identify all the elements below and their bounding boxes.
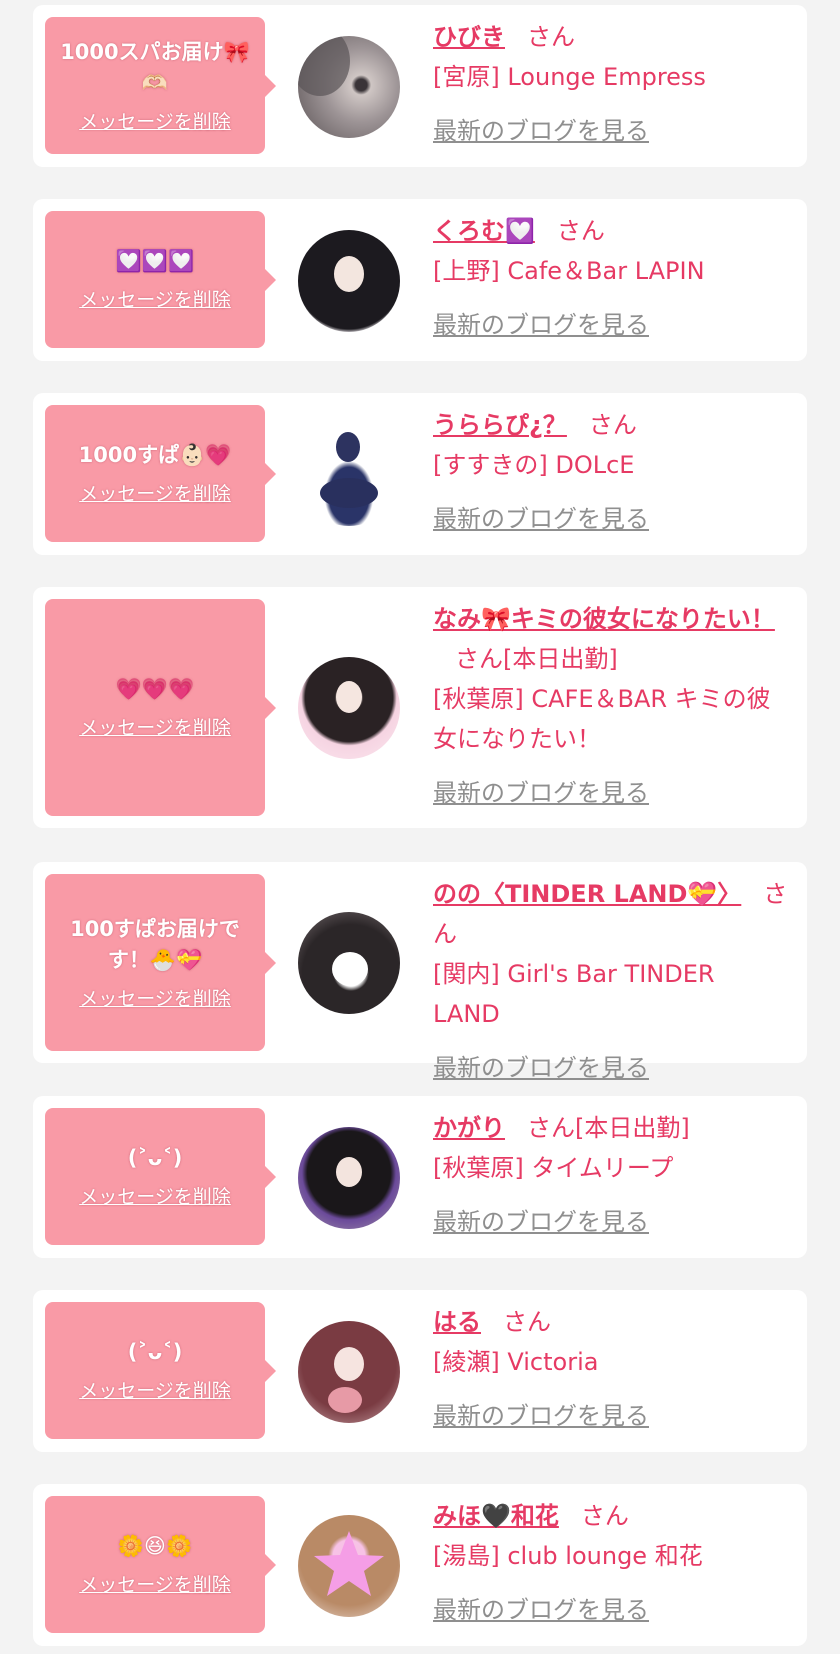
cast-name-link[interactable]: のの〈TINDER LAND💝〉 <box>433 880 741 908</box>
avatar[interactable] <box>298 657 400 759</box>
message-text: (⁠˃⁠ᴗ⁠˂⁠) <box>127 1146 183 1170</box>
honorific: さん <box>527 23 575 51</box>
avatar[interactable] <box>298 1515 400 1617</box>
cast-info: のの〈TINDER LAND💝〉 さん [関内] Girl's Bar TINDE… <box>433 874 788 1088</box>
list-item: 100すぱお届けです！🐣💝 メッセージを削除 のの〈TINDER LAND💝〉さ… <box>33 862 807 1082</box>
cast-info: かがり さん[本日出勤] [秋葉原] タイムリープ 最新のブログを見る <box>433 1108 788 1242</box>
shop-name: [上野] Cafe＆Bar LAPIN <box>433 257 705 285</box>
message-text: (⁠˃⁠ᴗ⁠˂⁠) <box>127 1340 183 1364</box>
message-text: 💗💗💗 <box>115 677 195 701</box>
latest-blog-link[interactable]: 最新のブログを見る <box>433 111 788 151</box>
cast-info: くろむ💟 さん [上野] Cafe＆Bar LAPIN 最新のブログを見る <box>433 211 788 345</box>
cast-name-link[interactable]: かがり <box>433 1114 505 1142</box>
latest-blog-link[interactable]: 最新のブログを見る <box>433 773 788 813</box>
delete-message-link[interactable]: メッセージを削除 <box>79 1572 231 1598</box>
shop-name: [関内] Girl's Bar TINDER LAND <box>433 960 715 1028</box>
message-text: 🌼😆🌼 <box>117 1534 193 1558</box>
cast-name-link[interactable]: うららぴ¿？ <box>433 411 567 439</box>
message-text: 100すぱお届けです！🐣💝 <box>70 916 240 972</box>
message-bubble: 🌼😆🌼 メッセージを削除 <box>45 1496 276 1633</box>
latest-blog-link[interactable]: 最新のブログを見る <box>433 499 788 539</box>
message-bubble: 💗💗💗 メッセージを削除 <box>45 599 276 816</box>
latest-blog-link[interactable]: 最新のブログを見る <box>433 1590 788 1630</box>
delete-message-link[interactable]: メッセージを削除 <box>79 287 231 313</box>
message-bubble: 💟💟💟 メッセージを削除 <box>45 211 276 348</box>
hair-shape <box>298 36 350 96</box>
delete-message-link[interactable]: メッセージを削除 <box>79 109 231 135</box>
honorific: さん <box>580 1502 629 1530</box>
honorific: さん[本日出勤] <box>455 645 618 673</box>
shop-name: [秋葉原] CAFE＆BAR キミの彼女になりたい！ <box>433 685 771 753</box>
message-bubble: (⁠˃⁠ᴗ⁠˂⁠) メッセージを削除 <box>45 1302 276 1439</box>
shop-name: [綾瀬] Victoria <box>433 1348 599 1376</box>
latest-blog-link[interactable]: 最新のブログを見る <box>433 305 788 345</box>
face-shape <box>336 681 362 713</box>
message-text: 1000すぱ👶🏻💗 <box>78 443 232 467</box>
message-bubble: 1000すぱ👶🏻💗 メッセージを削除 <box>45 405 276 542</box>
star-sticker-icon <box>314 1531 384 1596</box>
delete-message-link[interactable]: メッセージを削除 <box>79 715 231 741</box>
shop-name: [湯島] club lounge 和花 <box>433 1542 703 1570</box>
list-item: 1000すぱ👶🏻💗 メッセージを削除 うららぴ¿？ さん [すすきの] DOLcE… <box>33 393 807 555</box>
latest-blog-link[interactable]: 最新のブログを見る <box>433 1202 788 1242</box>
delete-message-link[interactable]: メッセージを削除 <box>79 1184 231 1210</box>
message-bubble: (⁠˃⁠ᴗ⁠˂⁠) メッセージを削除 <box>45 1108 276 1245</box>
list-item: 💗💗💗 メッセージを削除 なみ🎀キミの彼女になりたい！ さん[本日出勤] [秋葉原… <box>33 587 807 828</box>
list-item: (⁠˃⁠ᴗ⁠˂⁠) メッセージを削除 かがり さん[本日出勤] [秋葉原] タイム… <box>33 1096 807 1258</box>
message-bubble: 100すぱお届けです！🐣💝 メッセージを削除 <box>45 874 276 1051</box>
figure-skirt <box>320 478 378 508</box>
cast-name-link[interactable]: くろむ💟 <box>433 217 535 245</box>
cast-info: はる さん [綾瀬] Victoria 最新のブログを見る <box>433 1302 788 1436</box>
list-item: (⁠˃⁠ᴗ⁠˂⁠) メッセージを削除 はる さん [綾瀬] Victoria 最新… <box>33 1290 807 1452</box>
figure-shape <box>336 432 360 462</box>
cast-info: ひびき さん [宮原] Lounge Empress 最新のブログを見る <box>433 17 788 151</box>
avatar[interactable] <box>298 424 400 526</box>
cast-name-link[interactable]: みほ🖤和花 <box>433 1502 559 1530</box>
honorific: さん <box>503 1308 551 1336</box>
shop-name: [すすきの] DOLcE <box>433 451 635 479</box>
face-sticker <box>332 952 368 986</box>
latest-blog-link[interactable]: 最新のブログを見る <box>433 1396 788 1436</box>
delete-message-link[interactable]: メッセージを削除 <box>79 481 231 507</box>
favorites-list: 1000スパお届け🎀🫶🏻 メッセージを削除 ひびき さん [宮原] Lounge … <box>0 0 840 1654</box>
list-item: 🌼😆🌼 メッセージを削除 みほ🖤和花 さん [湯島] club lounge 和花… <box>33 1484 807 1646</box>
delete-message-link[interactable]: メッセージを削除 <box>79 1378 231 1404</box>
cast-info: なみ🎀キミの彼女になりたい！ さん[本日出勤] [秋葉原] CAFE＆BAR キミ… <box>433 599 788 813</box>
honorific: さん <box>588 411 637 439</box>
honorific: さん[本日出勤] <box>527 1114 690 1142</box>
cast-name-link[interactable]: なみ🎀キミの彼女になりたい！ <box>433 605 775 633</box>
latest-blog-link[interactable]: 最新のブログを見る <box>433 1048 788 1088</box>
face-shape <box>336 1157 362 1187</box>
honorific: さん <box>556 217 605 245</box>
cast-name-link[interactable]: ひびき <box>433 23 505 51</box>
list-item: 1000スパお届け🎀🫶🏻 メッセージを削除 ひびき さん [宮原] Lounge … <box>33 5 807 167</box>
cast-name-link[interactable]: はる <box>433 1308 481 1336</box>
message-text: 💟💟💟 <box>115 249 195 273</box>
list-item: 💟💟💟 メッセージを削除 くろむ💟 さん [上野] Cafe＆Bar LAPIN … <box>33 199 807 361</box>
avatar[interactable] <box>298 230 400 332</box>
face-shape <box>334 1347 364 1381</box>
shop-name: [秋葉原] タイムリープ <box>433 1154 674 1182</box>
message-bubble: 1000スパお届け🎀🫶🏻 メッセージを削除 <box>45 17 276 154</box>
delete-message-link[interactable]: メッセージを削除 <box>79 986 231 1012</box>
face-shape <box>334 256 364 292</box>
avatar[interactable] <box>298 1321 400 1423</box>
shop-name: [宮原] Lounge Empress <box>433 63 706 91</box>
plush-shape <box>328 1387 362 1413</box>
cast-info: うららぴ¿？ さん [すすきの] DOLcE 最新のブログを見る <box>433 405 788 539</box>
avatar[interactable] <box>298 1127 400 1229</box>
avatar[interactable] <box>298 36 400 138</box>
avatar[interactable] <box>298 912 400 1014</box>
message-text: 1000スパお届け🎀🫶🏻 <box>60 39 250 95</box>
cast-info: みほ🖤和花 さん [湯島] club lounge 和花 最新のブログを見る <box>433 1496 788 1630</box>
